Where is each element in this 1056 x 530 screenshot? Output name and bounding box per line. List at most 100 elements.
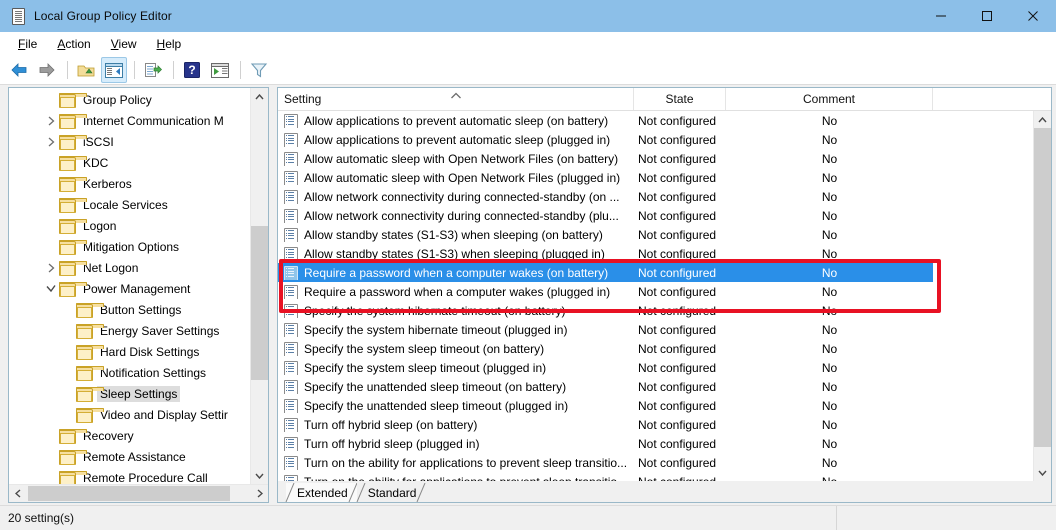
help-icon[interactable]: ? — [179, 57, 205, 83]
tree-node-sleep-settings[interactable]: Sleep Settings — [9, 383, 251, 404]
table-row[interactable]: Specify the unattended sleep timeout (pl… — [278, 396, 1034, 415]
cell-comment: No — [821, 455, 838, 470]
tree-node-net-logon[interactable]: Net Logon — [9, 257, 251, 278]
table-row[interactable]: Turn off hybrid sleep (plugged in) Not co… — [278, 434, 1034, 453]
minimize-button[interactable] — [918, 0, 964, 32]
tree-node-logon[interactable]: Logon — [9, 215, 251, 236]
column-header-filler — [933, 88, 1051, 110]
tab-extended[interactable]: Extended — [285, 482, 358, 502]
properties-window-icon[interactable] — [207, 57, 233, 83]
tree-node-remote-assistance[interactable]: Remote Assistance — [9, 446, 251, 467]
tree-vertical-scrollbar[interactable] — [250, 88, 268, 484]
tree-scroll-right-icon[interactable] — [251, 485, 268, 502]
tree-scroll-left-icon[interactable] — [9, 485, 26, 502]
column-header-comment[interactable]: Comment — [726, 88, 933, 110]
maximize-button[interactable] — [964, 0, 1010, 32]
table-row[interactable]: Specify the system sleep timeout (plugge… — [278, 358, 1034, 377]
tree-node-energy-saver-settings[interactable]: Energy Saver Settings — [9, 320, 251, 341]
table-row[interactable]: Turn off hybrid sleep (on battery) Not co… — [278, 415, 1034, 434]
tree-node-internet-communication-m[interactable]: Internet Communication M — [9, 110, 251, 131]
cell-state: Not configured — [638, 208, 717, 223]
tree-node-notification-settings[interactable]: Notification Settings — [9, 362, 251, 383]
console-tree[interactable]: Group Policy Internet Communication M iSCS… — [9, 88, 268, 484]
tree-node-label: Button Settings — [100, 302, 182, 317]
tree-node-kdc[interactable]: KDC — [9, 152, 251, 173]
table-row[interactable]: Allow automatic sleep with Open Network … — [278, 168, 1034, 187]
tree-scroll-up-icon[interactable] — [251, 88, 268, 105]
tree-node-remote-procedure-call[interactable]: Remote Procedure Call — [9, 467, 251, 484]
setting-name: Require a password when a computer wakes… — [304, 265, 609, 280]
up-one-level-icon[interactable] — [73, 57, 99, 83]
table-row[interactable]: Allow automatic sleep with Open Network … — [278, 149, 1034, 168]
tree-expander-spacer — [60, 320, 76, 341]
menu-file[interactable]: File — [8, 35, 47, 53]
table-row[interactable]: Specify the system hibernate timeout (pl… — [278, 320, 1034, 339]
sort-ascending-icon — [450, 88, 461, 102]
tree-node-kerberos[interactable]: Kerberos — [9, 173, 251, 194]
table-row[interactable]: Allow network connectivity during connec… — [278, 187, 1034, 206]
list-scrollbar-thumb[interactable] — [1034, 128, 1051, 447]
table-row[interactable]: Require a password when a computer wakes… — [278, 263, 933, 282]
column-header-setting[interactable]: Setting — [278, 88, 634, 110]
table-row[interactable]: Allow applications to prevent automatic … — [278, 130, 1034, 149]
tree-node-locale-services[interactable]: Locale Services — [9, 194, 251, 215]
menu-help[interactable]: Help — [147, 35, 192, 53]
show-hide-console-tree-icon[interactable] — [101, 57, 127, 83]
setting-name: Turn off hybrid sleep (plugged in) — [304, 436, 480, 451]
list-vertical-scrollbar[interactable] — [1033, 111, 1051, 481]
table-row[interactable]: Specify the system hibernate timeout (on… — [278, 301, 1034, 320]
tree-node-power-management[interactable]: Power Management — [9, 278, 251, 299]
table-row[interactable]: Specify the system sleep timeout (on bat… — [278, 339, 1034, 358]
list-scroll-up-icon[interactable] — [1034, 111, 1051, 128]
cell-comment: No — [821, 284, 838, 299]
forward-icon[interactable] — [34, 57, 60, 83]
cell-state: Not configured — [638, 417, 717, 432]
filter-icon[interactable] — [246, 57, 272, 83]
table-row[interactable]: Allow standby states (S1-S3) when sleepi… — [278, 244, 1034, 263]
tree-horizontal-scrollbar[interactable] — [9, 484, 268, 502]
cell-state: Not configured — [638, 455, 717, 470]
menu-action[interactable]: Action — [47, 35, 100, 53]
cell-setting: Allow applications to prevent automatic … — [278, 113, 634, 128]
tree-node-video-and-display-settir[interactable]: Video and Display Settir — [9, 404, 251, 425]
setting-name: Allow standby states (S1-S3) when sleepi… — [304, 246, 605, 261]
table-row[interactable]: Specify the unattended sleep timeout (on… — [278, 377, 1034, 396]
tree-scrollbar-thumb[interactable] — [251, 226, 268, 380]
tree-node-label: Locale Services — [83, 197, 168, 212]
cell-comment: No — [821, 398, 838, 413]
setting-name: Specify the unattended sleep timeout (on… — [304, 379, 567, 394]
table-row[interactable]: Turn on the ability for applications to … — [278, 453, 1034, 472]
column-header-state[interactable]: State — [634, 88, 726, 110]
export-list-icon[interactable] — [140, 57, 166, 83]
back-icon[interactable] — [6, 57, 32, 83]
tree-node-iscsi[interactable]: iSCSI — [9, 131, 251, 152]
chevron-down-icon[interactable] — [43, 278, 59, 299]
policy-setting-icon — [284, 341, 298, 356]
chevron-right-icon[interactable] — [43, 110, 59, 131]
tree-node-button-settings[interactable]: Button Settings — [9, 299, 251, 320]
tree-node-mitigation-options[interactable]: Mitigation Options — [9, 236, 251, 257]
table-row[interactable]: Turn on the ability for applications to … — [278, 472, 1034, 481]
tree-node-group-policy[interactable]: Group Policy — [9, 89, 251, 110]
tree-node-recovery[interactable]: Recovery — [9, 425, 251, 446]
tree-hscrollbar-thumb[interactable] — [28, 486, 230, 501]
list-scroll-down-icon[interactable] — [1034, 464, 1051, 481]
chevron-right-icon[interactable] — [43, 131, 59, 152]
table-row[interactable]: Allow network connectivity during connec… — [278, 206, 1034, 225]
table-row[interactable]: Allow applications to prevent automatic … — [278, 111, 1034, 130]
tree-scroll-down-icon[interactable] — [251, 467, 268, 484]
window-title: Local Group Policy Editor — [34, 9, 172, 23]
table-row[interactable]: Allow standby states (S1-S3) when sleepi… — [278, 225, 1034, 244]
cell-state: Not configured — [638, 113, 717, 128]
cell-setting: Allow standby states (S1-S3) when sleepi… — [278, 246, 634, 261]
tree-node-hard-disk-settings[interactable]: Hard Disk Settings — [9, 341, 251, 362]
cell-comment: No — [821, 208, 838, 223]
cell-setting: Allow automatic sleep with Open Network … — [278, 151, 634, 166]
tab-standard[interactable]: Standard — [356, 482, 426, 502]
chevron-right-icon[interactable] — [43, 257, 59, 278]
menu-view[interactable]: View — [101, 35, 147, 53]
table-row[interactable]: Require a password when a computer wakes… — [278, 282, 1034, 301]
close-button[interactable] — [1010, 0, 1056, 32]
listview-body[interactable]: Allow applications to prevent automatic … — [278, 111, 1051, 481]
tree-node-label: Kerberos — [83, 176, 132, 191]
